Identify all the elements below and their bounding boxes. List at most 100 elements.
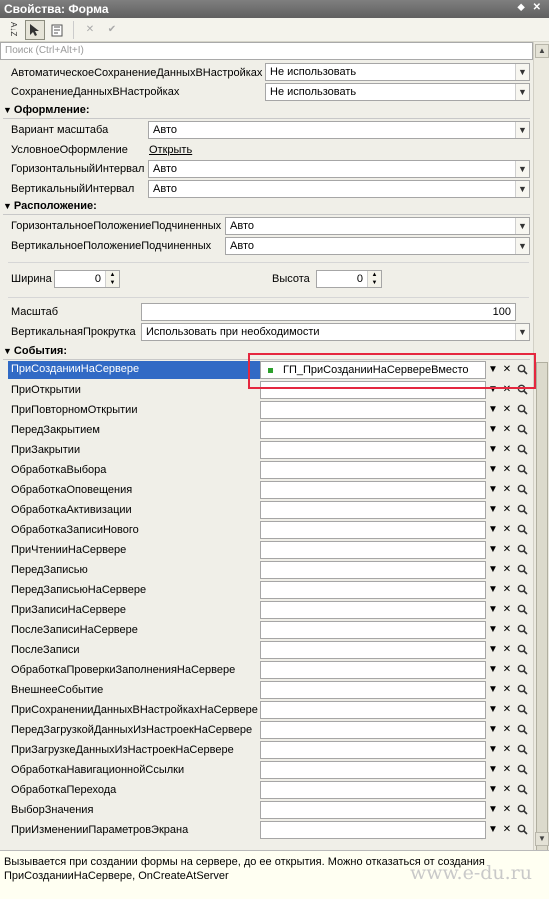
event-row[interactable]: ПередЗакрытием ▼ ✕ (0, 421, 533, 441)
event-row[interactable]: ОбработкаПерехода ▼ ✕ (0, 781, 533, 801)
event-row[interactable]: ВыборЗначения ▼ ✕ (0, 801, 533, 821)
event-row[interactable]: ВнешнееСобытие ▼ ✕ (0, 681, 533, 701)
event-row[interactable]: ПередЗаписью ▼ ✕ (0, 561, 533, 581)
event-handler-field[interactable] (260, 581, 486, 599)
event-row[interactable]: ОбработкаОповещения ▼ ✕ (0, 481, 533, 501)
event-handler-field[interactable] (260, 661, 486, 679)
chevron-down-icon[interactable]: ▼ (515, 122, 529, 138)
event-row[interactable]: ОбработкаПроверкиЗаполненияНаСервере ▼ ✕ (0, 661, 533, 681)
event-row[interactable]: ПослеЗаписи ▼ ✕ (0, 641, 533, 661)
open-handler-icon[interactable] (515, 541, 529, 559)
event-row[interactable]: ПриЗагрузкеДанныхИзНастроекНаСервере ▼ ✕ (0, 741, 533, 761)
scroll-down-icon[interactable]: ▼ (535, 832, 549, 846)
chevron-down-icon[interactable]: ▼ (486, 521, 500, 539)
open-handler-icon[interactable] (515, 441, 529, 459)
chevron-down-icon[interactable]: ▼ (486, 801, 500, 819)
clear-icon[interactable]: ✕ (500, 421, 514, 439)
clear-icon[interactable]: ✕ (500, 581, 514, 599)
chevron-down-icon[interactable]: ▼ (515, 64, 529, 80)
event-row[interactable]: ПриСохраненииДанныхВНастройкахНаСервере ▼… (0, 701, 533, 721)
v-interval-select[interactable]: Авто ▼ (148, 180, 530, 198)
open-handler-icon[interactable] (515, 561, 529, 579)
vertical-scrollbar[interactable]: ▲ ▼ (533, 42, 549, 862)
clear-icon[interactable]: ✕ (500, 801, 514, 819)
event-handler-field[interactable] (260, 621, 486, 639)
open-handler-icon[interactable] (515, 741, 529, 759)
chevron-down-icon[interactable]: ▼ (486, 441, 500, 459)
scale-variant-select[interactable]: Авто ▼ (148, 121, 530, 139)
chevron-down-icon[interactable]: ▼ (486, 581, 500, 599)
clear-icon[interactable]: ✕ (500, 541, 514, 559)
section-design-header[interactable]: ▼ Оформление: (3, 104, 530, 119)
height-stepper[interactable]: 0 ▲ ▼ (316, 270, 382, 288)
chevron-down-icon[interactable]: ▼ (486, 501, 500, 519)
clear-icon[interactable]: ✕ (500, 561, 514, 579)
event-row[interactable]: ПриИзмененииПараметровЭкрана ▼ ✕ (0, 821, 533, 841)
clear-icon[interactable]: ✕ (500, 641, 514, 659)
event-handler-field[interactable] (260, 821, 486, 839)
cancel-button[interactable]: ✕ (80, 20, 100, 40)
event-handler-field[interactable] (260, 601, 486, 619)
section-layout-header[interactable]: ▼ Расположение: (3, 200, 530, 215)
clear-icon[interactable]: ✕ (500, 481, 514, 499)
search-input[interactable]: Поиск (Ctrl+Alt+I) (0, 42, 533, 60)
clear-icon[interactable]: ✕ (500, 401, 514, 419)
chevron-down-icon[interactable]: ▼ (515, 161, 529, 177)
chevron-down-icon[interactable]: ▼ (486, 761, 500, 779)
chevron-down-icon[interactable]: ▼ (486, 721, 500, 739)
event-handler-field[interactable] (260, 741, 486, 759)
event-row[interactable]: ПослеЗаписиНаСервере ▼ ✕ (0, 621, 533, 641)
event-handler-field[interactable] (260, 421, 486, 439)
event-handler-field[interactable] (260, 801, 486, 819)
event-handler-field[interactable] (260, 501, 486, 519)
event-row[interactable]: ПриПовторномОткрытии ▼ ✕ (0, 401, 533, 421)
clear-icon[interactable]: ✕ (500, 701, 514, 719)
open-handler-icon[interactable] (515, 641, 529, 659)
width-stepper[interactable]: 0 ▲ ▼ (54, 270, 120, 288)
chevron-down-icon[interactable]: ▼ (515, 238, 529, 254)
chevron-down-icon[interactable]: ▼ (486, 541, 500, 559)
event-handler-field[interactable] (260, 641, 486, 659)
scroll-up-icon[interactable]: ▲ (535, 44, 549, 58)
open-handler-icon[interactable] (515, 681, 529, 699)
open-handler-icon[interactable] (515, 661, 529, 679)
event-handler-field[interactable] (260, 541, 486, 559)
clear-icon[interactable]: ✕ (500, 681, 514, 699)
spin-icon[interactable]: ▲ ▼ (367, 271, 381, 287)
chevron-down-icon[interactable]: ▼ (486, 681, 500, 699)
event-row[interactable]: ОбработкаВыбора ▼ ✕ (0, 461, 533, 481)
clear-icon[interactable]: ✕ (500, 721, 514, 739)
open-handler-icon[interactable] (515, 461, 529, 479)
clear-icon[interactable]: ✕ (500, 601, 514, 619)
open-handler-icon[interactable] (515, 521, 529, 539)
clear-icon[interactable]: ✕ (500, 501, 514, 519)
open-handler-icon[interactable] (515, 601, 529, 619)
close-icon[interactable]: ✕ (533, 2, 541, 16)
clear-icon[interactable]: ✕ (500, 821, 514, 839)
event-row[interactable]: ПередЗаписьюНаСервере ▼ ✕ (0, 581, 533, 601)
event-row[interactable]: ОбработкаЗаписиНового ▼ ✕ (0, 521, 533, 541)
scroll-thumb[interactable] (536, 362, 548, 862)
sort-alpha-button[interactable]: A↓Z (3, 20, 23, 40)
v-pos-select[interactable]: Авто ▼ (225, 237, 530, 255)
clear-icon[interactable]: ✕ (500, 661, 514, 679)
clear-icon[interactable]: ✕ (500, 621, 514, 639)
event-handler-field[interactable] (260, 561, 486, 579)
event-row[interactable]: ПриЗаписиНаСервере ▼ ✕ (0, 601, 533, 621)
event-row[interactable]: ПередЗагрузкойДанныхИзНастроекНаСервере ▼… (0, 721, 533, 741)
open-handler-icon[interactable] (515, 581, 529, 599)
chevron-down-icon[interactable]: ▼ (486, 741, 500, 759)
open-handler-icon[interactable] (515, 821, 529, 839)
chevron-down-icon[interactable]: ▼ (515, 181, 529, 197)
h-interval-select[interactable]: Авто ▼ (148, 160, 530, 178)
clear-icon[interactable]: ✕ (500, 461, 514, 479)
chevron-down-icon[interactable]: ▼ (515, 324, 529, 340)
event-row[interactable]: ПриЧтенииНаСервере ▼ ✕ (0, 541, 533, 561)
clear-icon[interactable]: ✕ (500, 521, 514, 539)
chevron-down-icon[interactable]: ▼ (486, 641, 500, 659)
chevron-down-icon[interactable]: ▼ (515, 84, 529, 100)
vscroll-select[interactable]: Использовать при необходимости ▼ (141, 323, 530, 341)
open-handler-icon[interactable] (515, 721, 529, 739)
clear-icon[interactable]: ✕ (500, 761, 514, 779)
event-handler-field[interactable] (260, 701, 486, 719)
